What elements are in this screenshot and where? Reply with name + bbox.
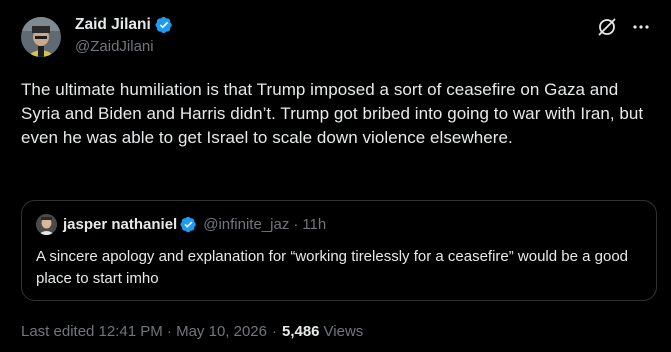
quoted-author-handle: @infinite_jaz <box>203 215 290 233</box>
views-label: Views <box>323 323 364 340</box>
grok-icon[interactable] <box>597 17 617 37</box>
verified-badge-icon <box>155 16 173 34</box>
quoted-tweet-text: A sincere apology and explanation for “w… <box>36 248 629 287</box>
author-avatar[interactable] <box>21 17 61 57</box>
quoted-author-avatar <box>36 213 57 235</box>
last-edited-timestamp[interactable]: Last edited 12:41 PM · May 10, 2026 <box>21 323 267 340</box>
tweet-meta: Last edited 12:41 PM · May 10, 2026 · 5,… <box>21 323 363 340</box>
quoted-verified-badge-icon <box>180 216 197 233</box>
meta-separator: · <box>271 323 277 340</box>
author-display-name[interactable]: Zaid Jilani <box>75 16 151 34</box>
views-count: 5,486 <box>281 323 320 340</box>
header-actions <box>597 17 651 37</box>
quoted-tweet[interactable]: jasper nathaniel @infinite_jaz · 11h A s… <box>21 200 657 301</box>
author-handle[interactable]: @ZaidJilani <box>75 38 173 55</box>
tweet-text: The ultimate humiliation is that Trump i… <box>21 80 644 147</box>
quoted-separator: · <box>293 215 299 233</box>
quoted-author-display-name: jasper nathaniel <box>63 215 178 233</box>
tweet: Zaid Jilani @ZaidJilani The ultimate hum… <box>0 0 671 352</box>
quoted-timestamp: 11h <box>302 215 327 233</box>
more-icon[interactable] <box>631 17 651 37</box>
quoted-tweet-header: jasper nathaniel @infinite_jaz · 11h <box>36 213 326 235</box>
author-info: Zaid Jilani @ZaidJilani <box>75 14 173 55</box>
